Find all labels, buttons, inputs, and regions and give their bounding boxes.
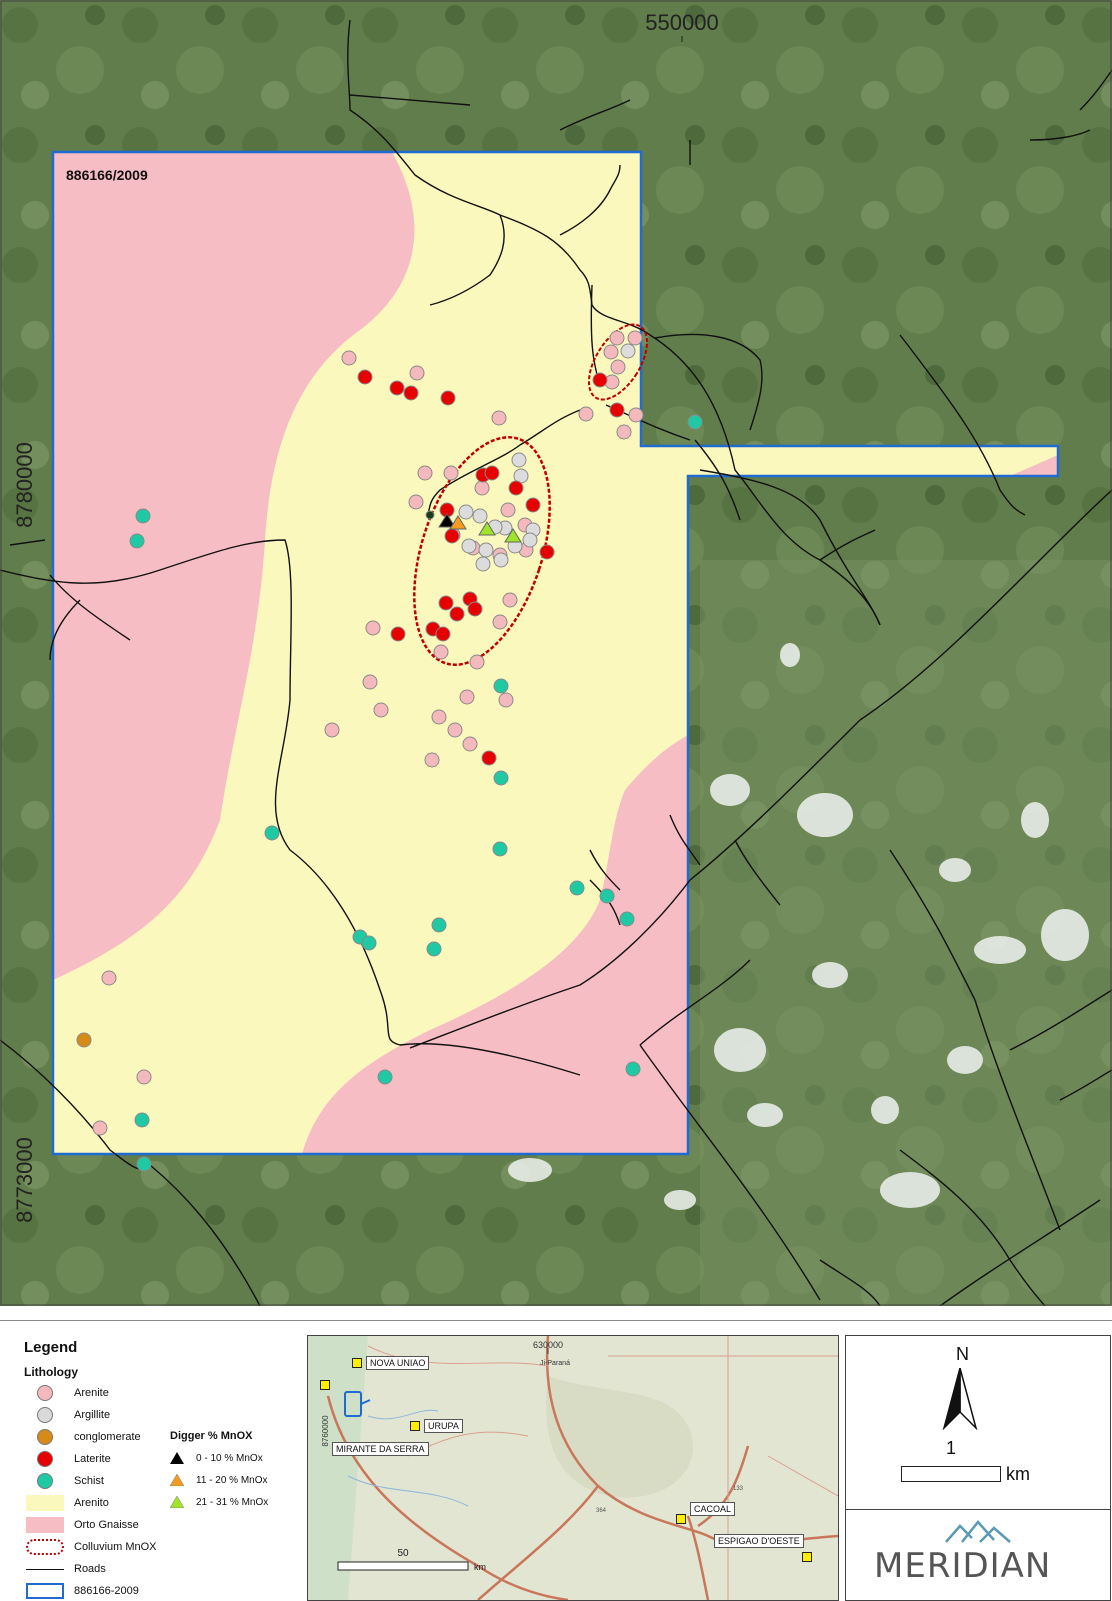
orto-gnaisse-swatch <box>26 1517 64 1533</box>
inset-town-small: Ji-Paraná <box>540 1360 570 1367</box>
place-urupa: URUPA <box>410 1419 463 1433</box>
place-nova-uniao: NOVA UNIAO <box>352 1356 430 1370</box>
scale-unit: km <box>1006 1464 1030 1484</box>
arenito-swatch <box>26 1495 64 1511</box>
inset-scale-bar <box>337 1561 469 1571</box>
main-map: 886166/2009 550000 8780000 8773000 <box>0 0 1112 1306</box>
triangle-green-icon <box>170 1496 184 1508</box>
digger-title: Digger % MnOX <box>170 1430 253 1442</box>
legend-item-arenito: Arenito <box>24 1493 109 1513</box>
legend-item-orto-gnaisse: Orto Gnaisse <box>24 1515 139 1535</box>
inset-scale-value: 50 <box>397 1548 409 1559</box>
town-marker-icon <box>676 1514 686 1524</box>
legend-item-colluvium: Colluvium MnOX <box>24 1537 157 1557</box>
lithology-title: Lithology <box>24 1365 78 1379</box>
place-mirante-marker <box>320 1380 334 1390</box>
laterite-symbol <box>37 1451 53 1467</box>
legend-item-tenement: 886166-2009 <box>24 1581 139 1601</box>
conglomerate-samples <box>76 1032 92 1048</box>
argillite-symbol <box>37 1407 53 1423</box>
place-espigao-doeste: ESPIGAO D'OESTE <box>714 1534 804 1548</box>
legend-item-laterite: Laterite <box>24 1449 111 1469</box>
northing-tick-label-1: 8780000 <box>12 442 37 528</box>
inset-road-label-2: 364 <box>596 1508 607 1514</box>
inset-tick-top: 630000 <box>533 1340 563 1350</box>
northing-tick-label-2: 8773000 <box>12 1137 37 1223</box>
tenement-label: 886166/2009 <box>66 167 148 183</box>
triangle-orange-icon <box>170 1474 184 1486</box>
scale-bar <box>901 1466 1001 1482</box>
legend-digger-0-10: 0 - 10 % MnOx <box>170 1449 263 1467</box>
town-marker-icon <box>410 1421 420 1431</box>
legend: Legend Lithology Arenite Argillite congl… <box>2 1327 298 1599</box>
inset-scale-unit: km <box>474 1562 486 1572</box>
inset-road-label-1: 133 <box>733 1486 744 1492</box>
place-cacoal: CACOAL <box>676 1502 736 1526</box>
town-marker-icon <box>320 1380 330 1390</box>
legend-digger-11-20: 11 - 20 % MnOx <box>170 1471 268 1489</box>
legend-title: Legend <box>24 1339 78 1356</box>
roads-swatch <box>26 1568 64 1570</box>
legend-item-arenite: Arenite <box>24 1383 109 1403</box>
inset-map-drawing: 630000 Ji-Paraná 8760000 133 364 50 km <box>308 1336 838 1600</box>
schist-symbol <box>37 1473 53 1489</box>
logo-text: MERIDIAN <box>874 1546 1052 1586</box>
triangle-black-icon <box>170 1452 184 1464</box>
legend-item-argillite: Argillite <box>24 1405 110 1425</box>
legend-item-roads: Roads <box>24 1559 106 1579</box>
legend-digger-21-31: 21 - 31 % MnOx <box>170 1493 268 1511</box>
tenement-swatch <box>26 1583 64 1599</box>
company-logo: MERIDIAN <box>845 1509 1111 1601</box>
place-espigao-marker <box>802 1552 816 1562</box>
north-label: N <box>956 1344 969 1364</box>
scale-value: 1 <box>946 1438 957 1458</box>
mountain-logo-icon <box>945 1520 1011 1543</box>
easting-tick-label: 550000 <box>645 10 718 35</box>
map-footer: Legend Lithology Arenite Argillite congl… <box>0 1320 1112 1601</box>
arenite-symbol <box>37 1385 53 1401</box>
legend-item-schist: Schist <box>24 1471 104 1491</box>
inset-map: 630000 Ji-Paraná 8760000 133 364 50 km N… <box>307 1335 839 1601</box>
conglomerate-symbol <box>37 1429 53 1445</box>
town-marker-icon <box>352 1358 362 1368</box>
north-arrow-icon <box>942 1368 978 1430</box>
town-marker-icon <box>802 1552 812 1562</box>
inset-tick-left: 8760000 <box>321 1415 330 1447</box>
north-arrow-panel: N 1 km <box>845 1335 1111 1511</box>
legend-item-conglomerate: conglomerate <box>24 1427 141 1447</box>
place-mirante-da-serra: MIRANTE DA SERRA <box>332 1442 429 1456</box>
colluvium-swatch <box>26 1539 64 1555</box>
